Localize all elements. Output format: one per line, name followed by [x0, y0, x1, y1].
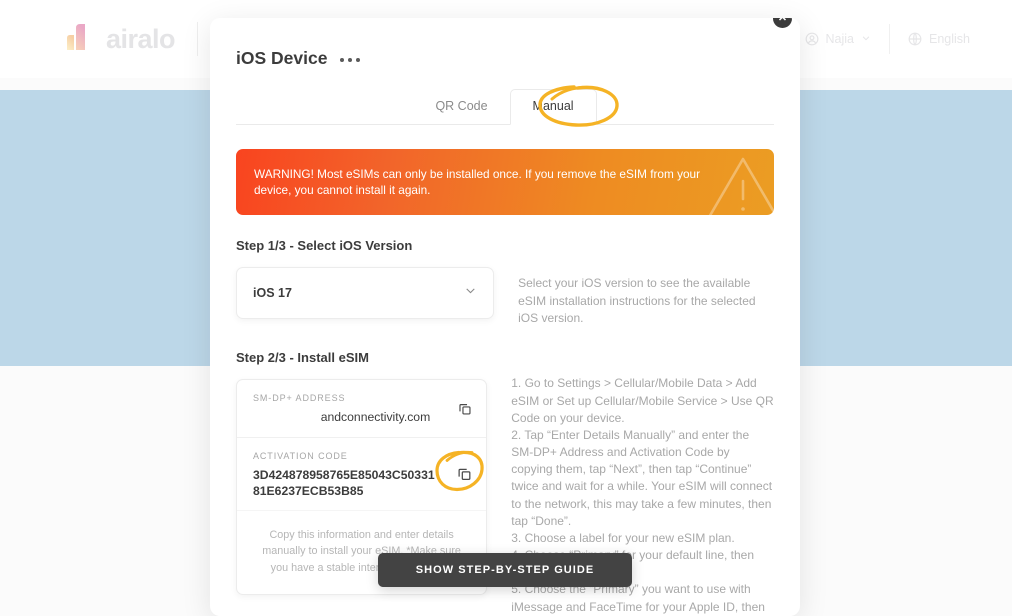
- smdp-address-label: SM-DP+ ADDRESS: [253, 393, 346, 404]
- modal-title-row: iOS Device: [236, 48, 774, 69]
- user-menu-label: Najia: [825, 32, 855, 46]
- show-step-by-step-guide-button[interactable]: SHOW STEP-BY-STEP GUIDE: [378, 553, 632, 587]
- warning-banner-text: WARNING! Most eSIMs can only be installe…: [254, 167, 701, 198]
- ellipsis-icon[interactable]: [340, 55, 361, 62]
- ios-version-help-text: Select your iOS version to see the avail…: [518, 276, 756, 326]
- ios-device-modal: ✕ iOS Device QR Code Manual WARNING! Mos…: [210, 18, 800, 616]
- instruction-line: 2. Tap “Enter Details Manually” and ente…: [511, 427, 773, 528]
- header-divider: [197, 22, 199, 56]
- activation-code-value: 3D424878958765E85043C5033181E6237ECB53B8…: [253, 467, 435, 498]
- activation-code-label: ACTIVATION CODE: [253, 450, 348, 461]
- page-title: iOS Device: [236, 48, 328, 68]
- instruction-line: 3. Choose a label for your new eSIM plan…: [511, 530, 735, 545]
- user-menu[interactable]: Najia: [787, 32, 890, 46]
- step-1-title: Step 1/3 - Select iOS Version: [236, 238, 413, 254]
- close-icon[interactable]: ✕: [773, 18, 792, 28]
- copy-icon[interactable]: [456, 400, 474, 418]
- airalo-logo-icon: [64, 20, 98, 59]
- tab-qr-code[interactable]: QR Code: [413, 90, 509, 124]
- smdp-address-row: SM-DP+ ADDRESS andconnectivity.com: [237, 380, 486, 436]
- language-menu-label: English: [929, 32, 970, 46]
- tab-manual[interactable]: Manual: [509, 89, 597, 125]
- modal-body: WARNING! Most eSIMs can only be installe…: [210, 125, 800, 616]
- copy-icon[interactable]: [455, 464, 474, 483]
- tab-bar: QR Code Manual: [236, 85, 774, 127]
- language-menu[interactable]: English: [890, 32, 988, 46]
- activation-code-row: ACTIVATION CODE 3D424878958765E85043C503…: [237, 436, 487, 510]
- warning-banner: WARNING! Most eSIMs can only be installe…: [236, 149, 774, 216]
- user-circle-icon: [805, 32, 819, 46]
- screen-root: airalo Najia English ✕ iOS Device QR Cod…: [0, 0, 1012, 616]
- header-right-group: Najia English: [787, 24, 989, 54]
- chevron-down-icon: [861, 32, 871, 46]
- ios-version-select[interactable]: iOS 17: [236, 267, 495, 320]
- step-1-row: iOS 17 Select your iOS version to see th…: [236, 253, 774, 327]
- smdp-address-value: andconnectivity.com: [320, 410, 431, 425]
- globe-icon: [908, 32, 922, 46]
- airalo-logo[interactable]: airalo: [24, 20, 176, 59]
- instruction-line: 1. Go to Settings > Cellular/Mobile Data…: [511, 376, 774, 425]
- ios-version-value: iOS 17: [253, 286, 292, 301]
- step-2-title: Step 2/3 - Install eSIM: [236, 350, 369, 366]
- warning-triangle-icon: [704, 153, 774, 216]
- modal-header: ✕ iOS Device QR Code Manual: [210, 18, 800, 127]
- chevron-down-icon: [464, 284, 477, 302]
- airalo-logo-text: airalo: [106, 23, 176, 54]
